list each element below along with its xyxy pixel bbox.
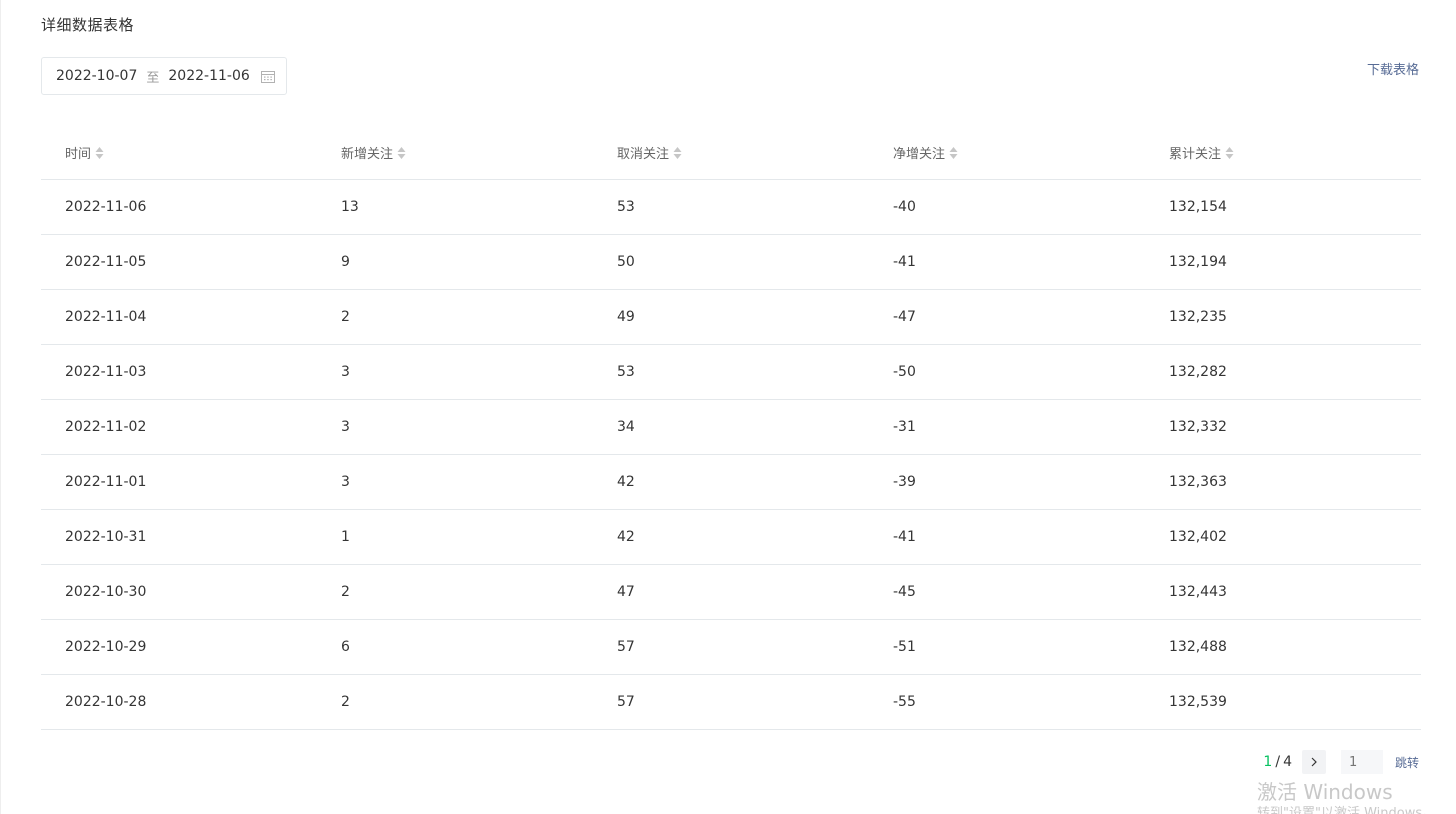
column-header-label: 时间	[65, 146, 92, 162]
calendar-icon[interactable]	[261, 70, 275, 83]
cell-date: 2022-11-01	[41, 454, 317, 510]
table-row: 2022-10-30 2 47 -45 132,443	[41, 564, 1421, 620]
sort-icon[interactable]	[95, 146, 104, 160]
cell-date: 2022-10-30	[41, 564, 317, 620]
cell-new-follows: 6	[317, 619, 593, 675]
cell-date: 2022-11-04	[41, 289, 317, 345]
cell-net-follows: -55	[869, 674, 1145, 730]
table-row: 2022-10-29 6 57 -51 132,488	[41, 619, 1421, 675]
col-header-time[interactable]: 时间	[41, 125, 317, 180]
sort-icon[interactable]	[949, 146, 958, 160]
cell-net-follows: -39	[869, 454, 1145, 510]
next-page-button[interactable]	[1301, 750, 1326, 774]
section-title: 详细数据表格	[41, 16, 135, 34]
cell-net-follows: -50	[869, 344, 1145, 400]
cell-date: 2022-11-06	[41, 179, 317, 235]
table-row: 2022-11-03 3 53 -50 132,282	[41, 344, 1421, 400]
windows-activation-watermark: 激活 Windows	[1257, 780, 1393, 804]
cell-new-follows: 2	[317, 674, 593, 730]
table-row: 2022-11-04 2 49 -47 132,235	[41, 289, 1421, 345]
sort-icon[interactable]	[1225, 146, 1234, 160]
cell-total-follows: 132,402	[1145, 509, 1421, 565]
cell-unfollows: 57	[593, 674, 869, 730]
cell-new-follows: 3	[317, 454, 593, 510]
page-total: 4	[1283, 754, 1292, 770]
cell-date: 2022-11-05	[41, 234, 317, 290]
table-row: 2022-11-02 3 34 -31 132,332	[41, 399, 1421, 455]
column-header-label: 取消关注	[617, 146, 670, 162]
col-header-total-follows[interactable]: 累计关注	[1145, 125, 1421, 180]
table-row: 2022-10-31 1 42 -41 132,402	[41, 509, 1421, 565]
cell-net-follows: -51	[869, 619, 1145, 675]
cell-unfollows: 42	[593, 454, 869, 510]
cell-date: 2022-10-29	[41, 619, 317, 675]
cell-net-follows: -45	[869, 564, 1145, 620]
page-current: 1	[1263, 754, 1273, 770]
table-body: 2022-11-06 13 53 -40 132,154 2022-11-05 9 50 -41…	[41, 179, 1421, 730]
table-row: 2022-11-05 9 50 -41 132,194	[41, 234, 1421, 290]
cell-unfollows: 42	[593, 509, 869, 565]
table-row: 2022-10-28 2 57 -55 132,539	[41, 674, 1421, 730]
cell-net-follows: -40	[869, 179, 1145, 235]
page-number-input[interactable]	[1340, 750, 1383, 774]
chevron-right-icon	[1311, 757, 1317, 767]
cell-total-follows: 132,154	[1145, 179, 1421, 235]
table-header-row: 时间 新增关注 取消关注 净增关注 累计关注	[41, 125, 1421, 180]
cell-new-follows: 13	[317, 179, 593, 235]
cell-date: 2022-10-28	[41, 674, 317, 730]
cell-total-follows: 132,363	[1145, 454, 1421, 510]
cell-total-follows: 132,194	[1145, 234, 1421, 290]
cell-total-follows: 132,488	[1145, 619, 1421, 675]
column-header-label: 累计关注	[1169, 146, 1222, 162]
cell-unfollows: 49	[593, 289, 869, 345]
cell-new-follows: 9	[317, 234, 593, 290]
pagination: 1 / 4 跳转	[1263, 750, 1419, 774]
column-header-label: 新增关注	[341, 146, 394, 162]
cell-unfollows: 53	[593, 179, 869, 235]
col-header-new-follows[interactable]: 新增关注	[317, 125, 593, 180]
date-end[interactable]: 2022-11-06	[168, 68, 249, 84]
page: 详细数据表格 2022-10-07 至 2022-11-06 下载表格 时间 新增…	[0, 0, 1456, 814]
cell-date: 2022-11-02	[41, 399, 317, 455]
cell-net-follows: -41	[869, 234, 1145, 290]
col-header-unfollows[interactable]: 取消关注	[593, 125, 869, 180]
cell-total-follows: 132,443	[1145, 564, 1421, 620]
table-row: 2022-11-06 13 53 -40 132,154	[41, 179, 1421, 235]
cell-net-follows: -31	[869, 399, 1145, 455]
data-table: 时间 新增关注 取消关注 净增关注 累计关注 2022-11-06 13 53 -40 132,…	[41, 125, 1421, 730]
cell-total-follows: 132,539	[1145, 674, 1421, 730]
cell-date: 2022-10-31	[41, 509, 317, 565]
cell-unfollows: 34	[593, 399, 869, 455]
col-header-net-follows[interactable]: 净增关注	[869, 125, 1145, 180]
table-row: 2022-11-01 3 42 -39 132,363	[41, 454, 1421, 510]
cell-new-follows: 1	[317, 509, 593, 565]
page-separator: /	[1275, 754, 1281, 770]
cell-date: 2022-11-03	[41, 344, 317, 400]
date-start[interactable]: 2022-10-07	[56, 68, 137, 84]
cell-net-follows: -41	[869, 509, 1145, 565]
column-header-label: 净增关注	[893, 146, 946, 162]
download-table-link[interactable]: 下载表格	[1367, 59, 1419, 78]
cell-net-follows: -47	[869, 289, 1145, 345]
cell-unfollows: 50	[593, 234, 869, 290]
cell-total-follows: 132,282	[1145, 344, 1421, 400]
cell-total-follows: 132,332	[1145, 399, 1421, 455]
date-range-picker[interactable]: 2022-10-07 至 2022-11-06	[41, 57, 287, 95]
cell-unfollows: 47	[593, 564, 869, 620]
sort-icon[interactable]	[673, 146, 682, 160]
cell-new-follows: 2	[317, 564, 593, 620]
jump-button[interactable]: 跳转	[1395, 754, 1419, 771]
cell-new-follows: 3	[317, 399, 593, 455]
windows-activation-hint: 转到"设置"以激活 Windows。	[1257, 806, 1436, 814]
cell-unfollows: 57	[593, 619, 869, 675]
cell-new-follows: 2	[317, 289, 593, 345]
cell-new-follows: 3	[317, 344, 593, 400]
date-separator: 至	[146, 70, 160, 86]
cell-total-follows: 132,235	[1145, 289, 1421, 345]
sort-icon[interactable]	[397, 146, 406, 160]
cell-unfollows: 53	[593, 344, 869, 400]
